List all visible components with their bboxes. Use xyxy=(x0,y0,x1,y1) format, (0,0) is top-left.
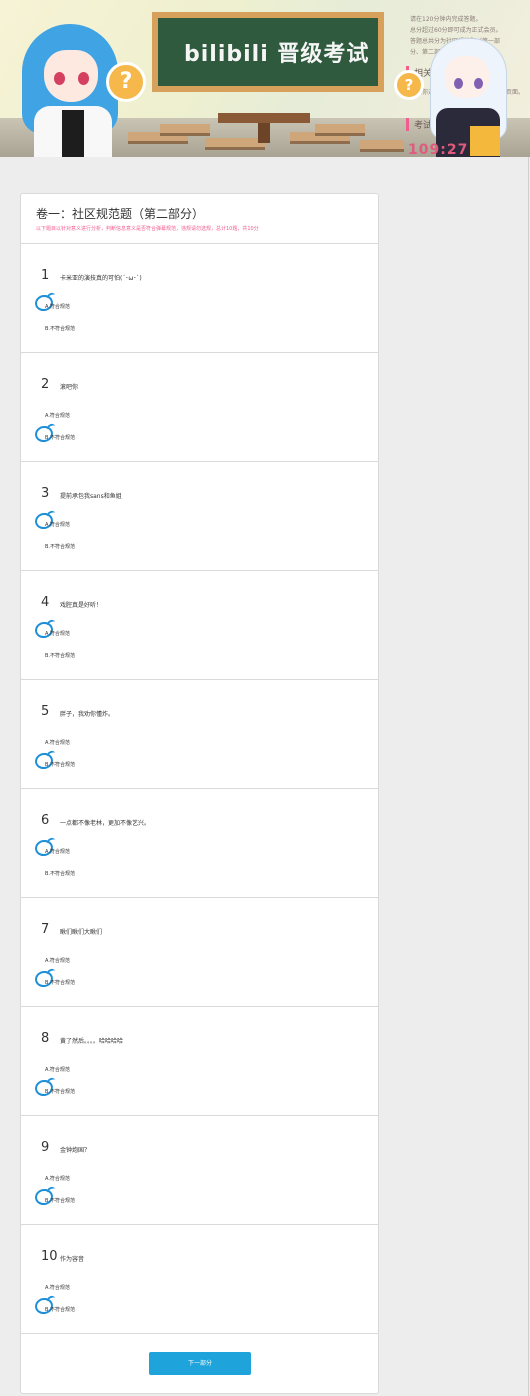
question-number: 6 xyxy=(41,813,50,828)
option-label: A.符合规范 xyxy=(45,1285,70,1291)
option-label: A.符合规范 xyxy=(45,740,70,746)
question-bubble-icon: ? xyxy=(394,70,424,100)
exam-paper-card: 卷一：社区规范题（第二部分） 以下题目以针对意义进行分析，判断信息意义是否符合弹… xyxy=(20,193,379,1394)
question-item: 8 黄了然后。。。。哈哈哈哈 A.符合规范 B.不符合规范 xyxy=(21,1007,378,1116)
option-a-compliant[interactable]: A.符合规范 xyxy=(45,1280,165,1294)
question-item: 7 瞅们瞅们大瞅们 A.符合规范 B.不符合规范 xyxy=(21,898,378,1007)
option-label: A.符合规范 xyxy=(45,631,70,637)
question-bubble-icon: ? xyxy=(106,62,146,102)
timer-counter: 109:27 xyxy=(408,142,469,157)
desk xyxy=(160,124,210,136)
question-text: 戏腔真是好听！ xyxy=(60,602,103,609)
option-label: B.不符合规范 xyxy=(45,762,76,768)
option-label: B.不符合规范 xyxy=(45,1089,76,1095)
desk xyxy=(205,138,265,150)
question-number: 1 xyxy=(41,268,50,283)
option-label: A.符合规范 xyxy=(45,522,70,528)
option-label: B.不符合规范 xyxy=(45,544,76,550)
option-b-noncompliant[interactable]: B.不符合规范 xyxy=(33,1294,165,1316)
option-a-compliant[interactable]: A.符合规范 xyxy=(33,291,165,313)
option-label: A.符合规范 xyxy=(45,849,70,855)
option-b-noncompliant[interactable]: B.不符合规范 xyxy=(33,749,165,771)
option-b-noncompliant[interactable]: B.不符合规范 xyxy=(45,866,165,880)
paper-header: 卷一：社区规范题（第二部分） 以下题目以针对意义进行分析，判断信息意义是否符合弹… xyxy=(21,194,378,244)
question-text: 金钟炮国？ xyxy=(60,1147,91,1154)
question-number: 8 xyxy=(41,1031,50,1046)
option-a-compliant[interactable]: A.符合规范 xyxy=(45,1062,165,1076)
option-a-compliant[interactable]: A.符合规范 xyxy=(45,1171,165,1185)
question-number: 7 xyxy=(41,922,50,937)
question-text: 滚吧你 xyxy=(60,384,79,391)
question-text: 一点都不像老林，更加不像艺兴。 xyxy=(60,820,151,827)
option-b-noncompliant[interactable]: B.不符合规范 xyxy=(33,1076,165,1098)
option-label: A.符合规范 xyxy=(45,304,70,310)
next-section-button[interactable]: 下一部分 xyxy=(149,1352,251,1375)
chalkboard: bilibili 晋级考试 xyxy=(152,12,384,92)
question-text: 卡米亚的演技真的可怕(´･ω･`) xyxy=(60,275,142,282)
option-b-noncompliant[interactable]: B.不符合规范 xyxy=(33,422,165,444)
question-item: 9 金钟炮国？ A.符合规范 B.不符合规范 xyxy=(21,1116,378,1225)
option-a-compliant[interactable]: A.符合规范 xyxy=(33,509,165,531)
paper-footer: 下一部分 xyxy=(21,1333,378,1393)
option-label: B.不符合规范 xyxy=(45,980,76,986)
option-label: B.不符合规范 xyxy=(45,871,76,877)
question-item: 3 提前承包我sans和鱼姐 A.符合规范 B.不符合规范 xyxy=(21,462,378,571)
option-b-noncompliant[interactable]: B.不符合规范 xyxy=(33,1185,165,1207)
option-label: B.不符合规范 xyxy=(45,653,76,659)
option-b-noncompliant[interactable]: B.不符合规范 xyxy=(33,967,165,989)
option-label: B.不符合规范 xyxy=(45,435,76,441)
header-banner: bilibili 晋级考试 ? 请在120分钟内完成答题。 总分超过60分即可成… xyxy=(0,0,530,157)
question-number: 9 xyxy=(41,1140,50,1155)
question-item: 6 一点都不像老林，更加不像艺兴。 A.符合规范 B.不符合规范 xyxy=(21,789,378,898)
question-text: 瞅们瞅们大瞅们 xyxy=(60,929,103,936)
question-item: 5 胖子，我劝你懂炸。 A.符合规范 B.不符合规范 xyxy=(21,680,378,789)
divider xyxy=(528,157,529,1396)
question-number: 10 xyxy=(41,1249,58,1264)
podium xyxy=(218,113,310,123)
question-number: 4 xyxy=(41,595,50,610)
option-label: B.不符合规范 xyxy=(45,1307,76,1313)
question-number: 3 xyxy=(41,486,50,501)
option-b-noncompliant[interactable]: B.不符合规范 xyxy=(45,648,165,662)
question-item: 2 滚吧你 A.符合规范 B.不符合规范 xyxy=(21,353,378,462)
option-a-compliant[interactable]: A.符合规范 xyxy=(45,953,165,967)
info-line: 总分超过60分即可成为正式会员。 xyxy=(410,27,502,34)
option-label: A.符合规范 xyxy=(45,413,70,419)
podium-leg xyxy=(258,123,270,143)
option-label: A.符合规范 xyxy=(45,958,70,964)
option-b-noncompliant[interactable]: B.不符合规范 xyxy=(45,539,165,553)
question-text: 胖子，我劝你懂炸。 xyxy=(60,711,115,718)
option-label: A.符合规范 xyxy=(45,1067,70,1073)
option-a-compliant[interactable]: A.符合规范 xyxy=(33,836,165,858)
mascot-33-illustration xyxy=(430,38,507,157)
chalkboard-title: bilibili 晋级考试 xyxy=(184,42,370,67)
paper-description: 以下题目以针对意义进行分析，判断信息意义是否符合弹幕规范，违规请勿选规，总计10… xyxy=(36,226,259,232)
question-item: 1 卡米亚的演技真的可怕(´･ω･`) A.符合规范 B.不符合规范 xyxy=(21,244,378,353)
option-a-compliant[interactable]: A.符合规范 xyxy=(33,618,165,640)
desk xyxy=(315,124,365,136)
question-text: 作为容音 xyxy=(60,1256,85,1263)
question-text: 提前承包我sans和鱼姐 xyxy=(60,493,122,500)
option-b-noncompliant[interactable]: B.不符合规范 xyxy=(45,321,165,335)
info-line: 请在120分钟内完成答题。 xyxy=(410,16,482,23)
option-label: B.不符合规范 xyxy=(45,1198,76,1204)
option-label: A.符合规范 xyxy=(45,1176,70,1182)
question-item: 10 作为容音 A.符合规范 B.不符合规范 xyxy=(21,1225,378,1334)
paper-title: 卷一：社区规范题（第二部分） xyxy=(36,207,205,221)
option-a-compliant[interactable]: A.符合规范 xyxy=(45,408,165,422)
question-text: 黄了然后。。。。哈哈哈哈 xyxy=(60,1038,124,1045)
question-number: 2 xyxy=(41,377,50,392)
question-item: 4 戏腔真是好听！ A.符合规范 B.不符合规范 xyxy=(21,571,378,680)
option-a-compliant[interactable]: A.符合规范 xyxy=(45,735,165,749)
question-number: 5 xyxy=(41,704,50,719)
option-label: B.不符合规范 xyxy=(45,326,76,332)
